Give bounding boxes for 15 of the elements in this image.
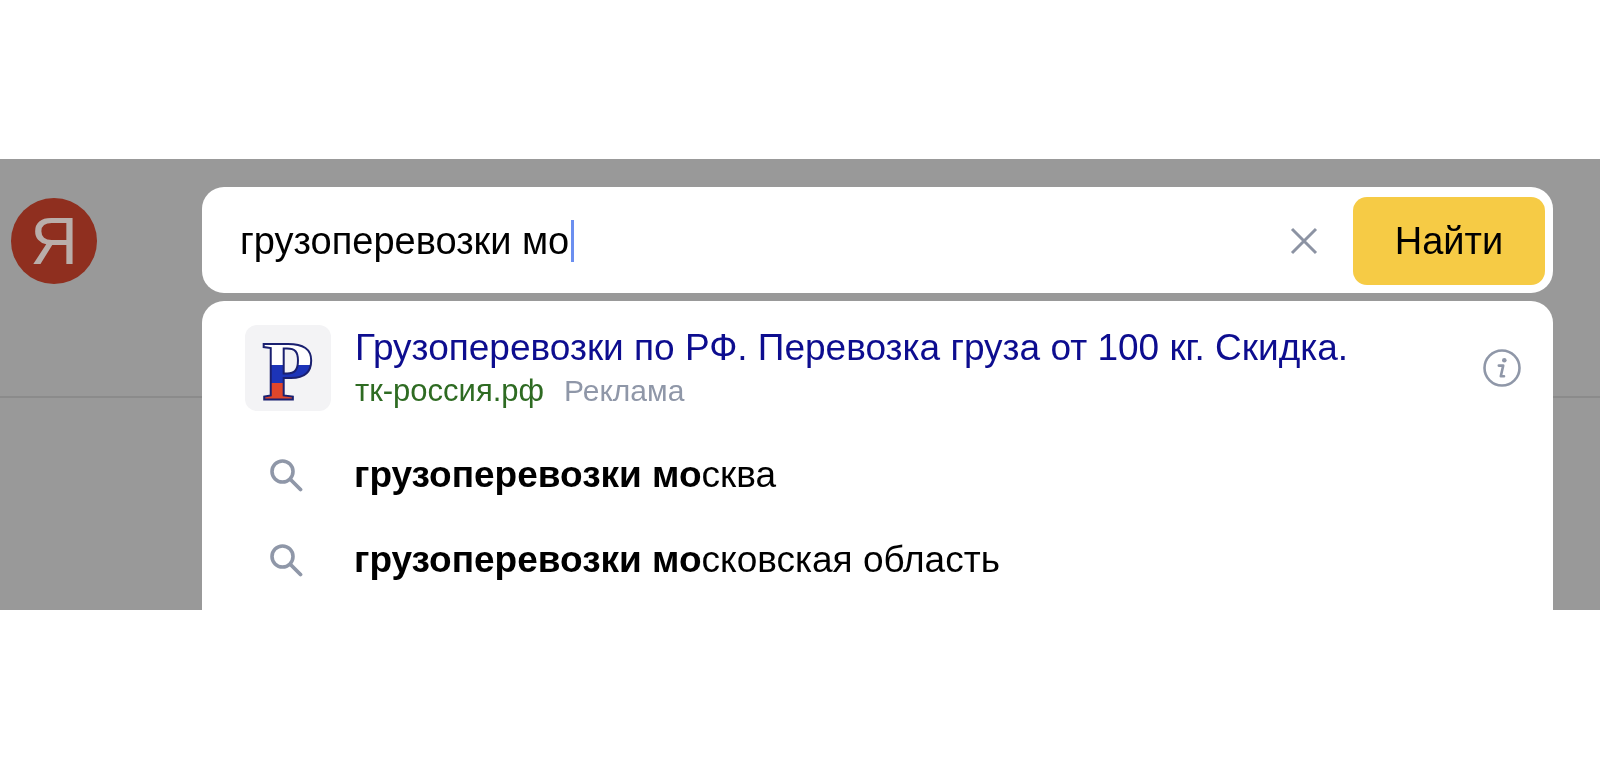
search-icon: [269, 542, 303, 577]
suggestion-item[interactable]: грузоперевозки москва: [245, 432, 777, 517]
ad-title-link[interactable]: Грузоперевозки по РФ. Перевозка груза от 100 кг. Скидка.: [355, 327, 1349, 369]
search-input[interactable]: грузоперевозки мо: [240, 220, 575, 262]
search-button[interactable]: Найти: [1353, 197, 1545, 285]
suggestion-item[interactable]: грузоперевозки московская область: [245, 517, 1000, 602]
search-icon: [269, 457, 303, 492]
clear-button[interactable]: [1289, 226, 1319, 256]
logo[interactable]: Я: [11, 198, 97, 284]
ad-label: Реклама: [564, 374, 685, 408]
site-logo[interactable]: Р: [245, 325, 331, 411]
close-icon: [1289, 226, 1319, 256]
info-button[interactable]: [1483, 349, 1521, 387]
info-icon: [1483, 349, 1521, 387]
ad-url-link[interactable]: тк-россия.рф: [355, 374, 545, 408]
